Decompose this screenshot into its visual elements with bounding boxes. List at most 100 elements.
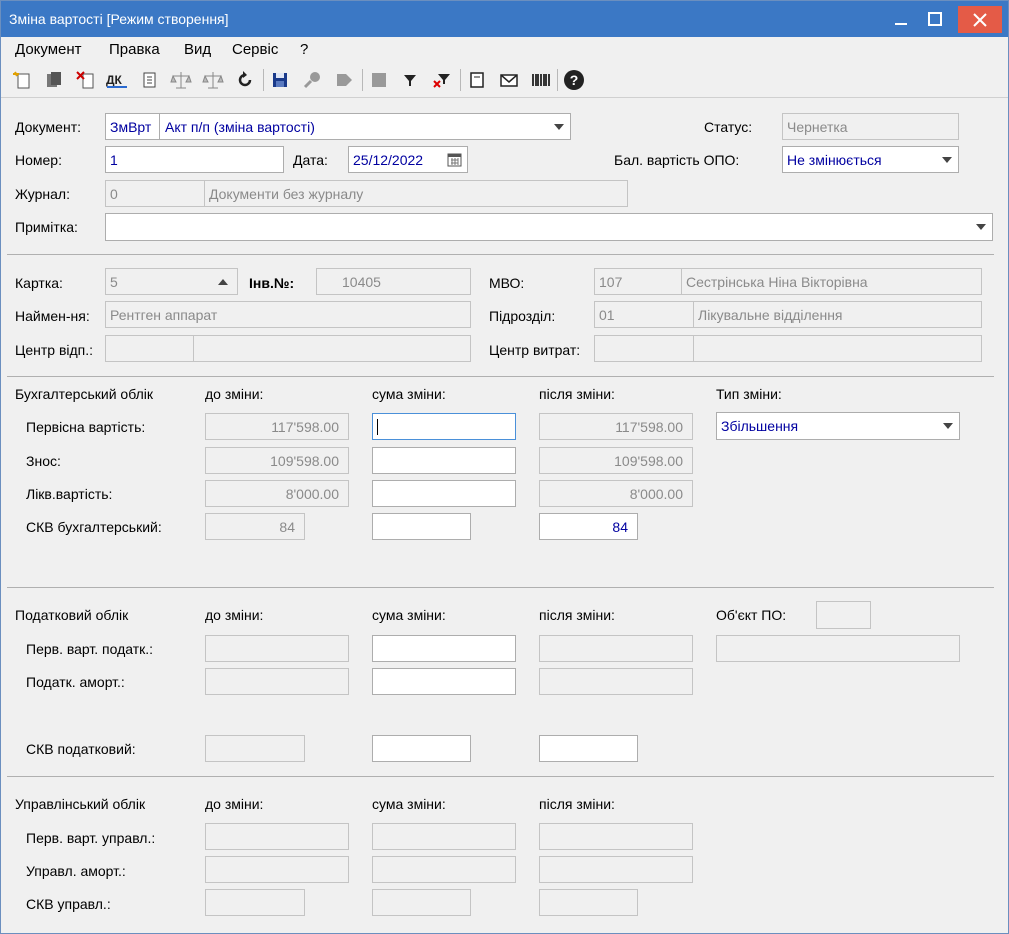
tax-change-field[interactable] [372,668,516,695]
new-doc-icon[interactable] [10,68,34,92]
close-button[interactable] [958,6,1002,33]
acc-row-label: СКВ бухгалтерський: [26,519,162,535]
cost-center-label: Центр витрат: [489,342,581,358]
resp-center-name-field [193,335,471,362]
tax-after-field[interactable] [539,735,638,762]
divider [7,776,994,777]
scales-icon[interactable] [169,68,193,92]
mgmt-row-label: Перв. варт. управл.: [26,830,156,846]
date-value: 25/12/2022 [353,152,424,168]
barcode-icon[interactable] [529,68,553,92]
delete-doc-icon[interactable] [74,68,98,92]
chevron-down-icon [976,224,986,230]
card-label: Картка: [15,275,63,291]
mvo-code-field: 107 [594,268,682,295]
document-code-field[interactable]: ЗмВрт [105,113,161,140]
tax-row-label: Перв. варт. податк.: [26,641,154,657]
bal-value-value: Не змінюється [787,152,882,168]
number-field[interactable]: 1 [105,146,284,173]
key-icon[interactable] [300,68,324,92]
acc-row-label: Знос: [26,453,61,469]
mgmt-before-header: до зміни: [205,796,264,812]
note-select[interactable] [105,213,993,241]
mail-icon[interactable] [497,68,521,92]
maximize-button[interactable] [913,1,957,37]
tax-title: Податковий облік [15,607,129,623]
change-type-select[interactable]: Збільшення [716,412,960,440]
tax-after-field [539,635,693,662]
change-type-value: Збільшення [721,418,799,434]
mgmt-before-field [205,889,305,916]
document-type-select[interactable]: Акт п/п (зміна вартості) [159,113,571,140]
attach-icon[interactable] [137,68,161,92]
refresh-icon[interactable] [233,68,257,92]
save-icon[interactable] [268,68,292,92]
journal-code-field: 0 [105,180,205,207]
menu-service[interactable]: Сервіс [232,41,278,58]
acc-change-field[interactable] [372,513,471,540]
accounting-title: Бухгалтерський облік [15,386,153,402]
divider [7,376,994,377]
menu-help[interactable]: ? [300,41,308,58]
bal-value-select[interactable]: Не змінюється [782,146,959,173]
tax-object-label: Об'єкт ПО: [716,607,787,623]
acc-change-field[interactable] [372,447,516,474]
date-label: Дата: [293,152,328,168]
mgmt-change-field [372,889,471,916]
mgmt-change-field [372,823,516,850]
tax-before-field [205,635,349,662]
form-icon[interactable] [465,68,489,92]
tax-change-field[interactable] [372,735,471,762]
dk-icon[interactable]: ДК [105,68,129,92]
help-icon[interactable]: ? [562,68,586,92]
stop-icon[interactable] [367,68,391,92]
acc-after-field: 8'000.00 [539,480,693,507]
name-label: Наймен-ня: [15,308,90,324]
accounting-before-header: до зміни: [205,386,264,402]
acc-before-field: 8'000.00 [205,480,349,507]
journal-label: Журнал: [15,186,70,202]
chevron-up-icon [218,279,228,285]
dept-code-field: 01 [594,301,694,328]
divider [7,254,994,255]
document-type-value: Акт п/п (зміна вартості) [165,119,315,135]
tax-after-field [539,668,693,695]
menu-bar: Документ Правка Вид Сервіс ? [1,37,1008,62]
copy-doc-icon[interactable] [42,68,66,92]
change-type-label: Тип зміни: [716,386,782,402]
note-label: Примітка: [15,219,78,235]
toolbar: ДК ? [1,63,1008,98]
scales-down-icon[interactable] [201,68,225,92]
acc-change-field[interactable] [372,413,516,440]
chevron-down-icon [943,423,953,429]
menu-document[interactable]: Документ [15,41,82,58]
tax-change-field[interactable] [372,635,516,662]
window: Зміна вартості [Режим створення] Докумен… [0,0,1009,934]
tax-object-field [816,601,871,629]
menu-edit[interactable]: Правка [109,41,160,58]
tax-before-field [205,668,349,695]
acc-change-field[interactable] [372,480,516,507]
window-title: Зміна вартості [Режим створення] [9,11,229,27]
resp-center-label: Центр відп.: [15,342,94,358]
card-field[interactable]: 5 [105,268,238,295]
inv-label: Інв.№: [249,275,295,291]
resp-center-code-field [105,335,194,362]
chevron-down-icon [942,157,952,163]
mgmt-before-field [205,856,349,883]
filter-icon[interactable] [398,68,422,92]
tax-after-header: після зміни: [539,607,615,623]
status-label: Статус: [704,119,753,135]
acc-after-field[interactable]: 84 [539,513,638,540]
mvo-name-field: Сестрінська Ніна Вікторівна [681,268,982,295]
clear-filter-icon[interactable] [430,68,454,92]
forward-icon[interactable] [332,68,356,92]
mgmt-after-header: після зміни: [539,796,615,812]
calendar-icon[interactable] [447,152,462,167]
mgmt-change-field [372,856,516,883]
tax-object-name-field [716,635,960,662]
date-field[interactable]: 25/12/2022 [348,146,468,173]
acc-before-field: 109'598.00 [205,447,349,474]
cost-center-code-field [594,335,694,362]
menu-view[interactable]: Вид [184,41,211,58]
